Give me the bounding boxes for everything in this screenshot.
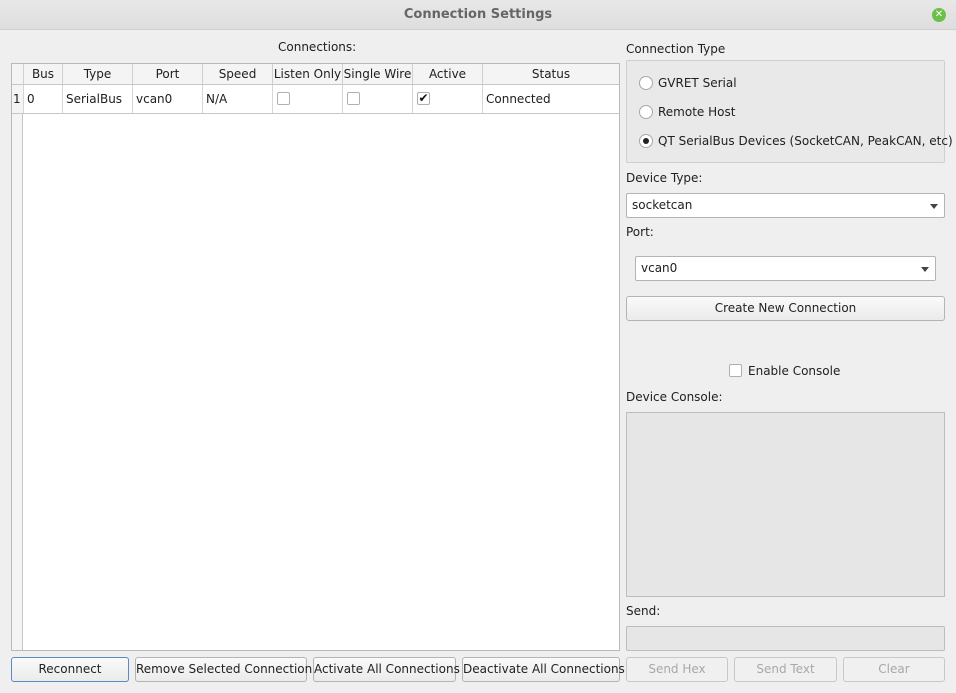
chevron-down-icon <box>921 267 929 272</box>
device-type-value: socketcan <box>632 198 693 212</box>
deactivate-all-connections-button[interactable]: Deactivate All Connections <box>462 657 625 682</box>
row-number[interactable]: 1 <box>12 85 24 113</box>
cell-listen-only <box>273 85 343 113</box>
table-header: Bus Type Port Speed Listen Only Single W… <box>12 64 619 85</box>
send-text-button[interactable]: Send Text <box>734 657 837 682</box>
chevron-down-icon <box>930 204 938 209</box>
radio-qt-serialbus-label[interactable]: QT SerialBus Devices (SocketCAN, PeakCAN… <box>658 134 953 148</box>
cell-single-wire <box>343 85 413 113</box>
column-header-type[interactable]: Type <box>63 64 133 84</box>
radio-gvret-serial-label[interactable]: GVRET Serial <box>658 76 737 90</box>
connections-table[interactable]: Bus Type Port Speed Listen Only Single W… <box>11 63 620 651</box>
cell-port[interactable]: vcan0 <box>133 85 203 113</box>
device-console-output[interactable] <box>626 412 945 597</box>
device-type-select[interactable]: socketcan <box>626 193 945 218</box>
cell-status[interactable]: Connected <box>483 85 619 113</box>
reconnect-button[interactable]: Reconnect <box>11 657 129 682</box>
cell-speed[interactable]: N/A <box>203 85 273 113</box>
column-header-listen-only[interactable]: Listen Only <box>273 64 343 84</box>
listen-only-checkbox[interactable] <box>277 92 290 105</box>
device-console-label: Device Console: <box>626 390 723 404</box>
port-label: Port: <box>626 225 654 239</box>
radio-gvret-serial[interactable] <box>639 76 653 90</box>
device-type-label: Device Type: <box>626 171 703 185</box>
column-header-port[interactable]: Port <box>133 64 203 84</box>
cell-bus[interactable]: 0 <box>24 85 63 113</box>
column-header-single-wire[interactable]: Single Wire <box>343 64 413 84</box>
cell-active: ✔ <box>413 85 483 113</box>
connection-type-group: GVRET Serial Remote Host QT SerialBus De… <box>626 60 953 163</box>
row-header-column <box>12 85 23 650</box>
connection-type-label: Connection Type <box>626 42 726 56</box>
connections-title: Connections: <box>278 40 357 54</box>
send-input[interactable] <box>626 626 945 651</box>
window-titlebar: Connection Settings ✕ <box>0 0 956 30</box>
active-checkbox[interactable]: ✔ <box>417 92 430 105</box>
cell-type[interactable]: SerialBus <box>63 85 133 113</box>
clear-button[interactable]: Clear <box>843 657 945 682</box>
single-wire-checkbox[interactable] <box>347 92 360 105</box>
window-title: Connection Settings <box>403 7 553 22</box>
table-row[interactable]: 1 0 SerialBus vcan0 N/A ✔ Connected <box>12 85 619 114</box>
radio-remote-host[interactable] <box>639 105 653 119</box>
corner-header <box>12 64 24 84</box>
radio-remote-host-label[interactable]: Remote Host <box>658 105 735 119</box>
radio-qt-serialbus[interactable] <box>639 134 653 148</box>
create-new-connection-button[interactable]: Create New Connection <box>626 296 945 321</box>
send-label: Send: <box>626 604 661 618</box>
port-select[interactable]: vcan0 <box>635 256 936 281</box>
port-value: vcan0 <box>641 261 678 275</box>
close-icon[interactable]: ✕ <box>932 8 946 22</box>
column-header-status[interactable]: Status <box>483 64 619 84</box>
activate-all-connections-button[interactable]: Activate All Connections <box>313 657 460 682</box>
send-hex-button[interactable]: Send Hex <box>626 657 728 682</box>
remove-selected-connection-button[interactable]: Remove Selected Connection <box>135 657 312 682</box>
column-header-active[interactable]: Active <box>413 64 483 84</box>
column-header-speed[interactable]: Speed <box>203 64 273 84</box>
column-header-bus[interactable]: Bus <box>24 64 63 84</box>
enable-console-label[interactable]: Enable Console <box>748 364 840 378</box>
enable-console-checkbox[interactable] <box>729 364 742 377</box>
